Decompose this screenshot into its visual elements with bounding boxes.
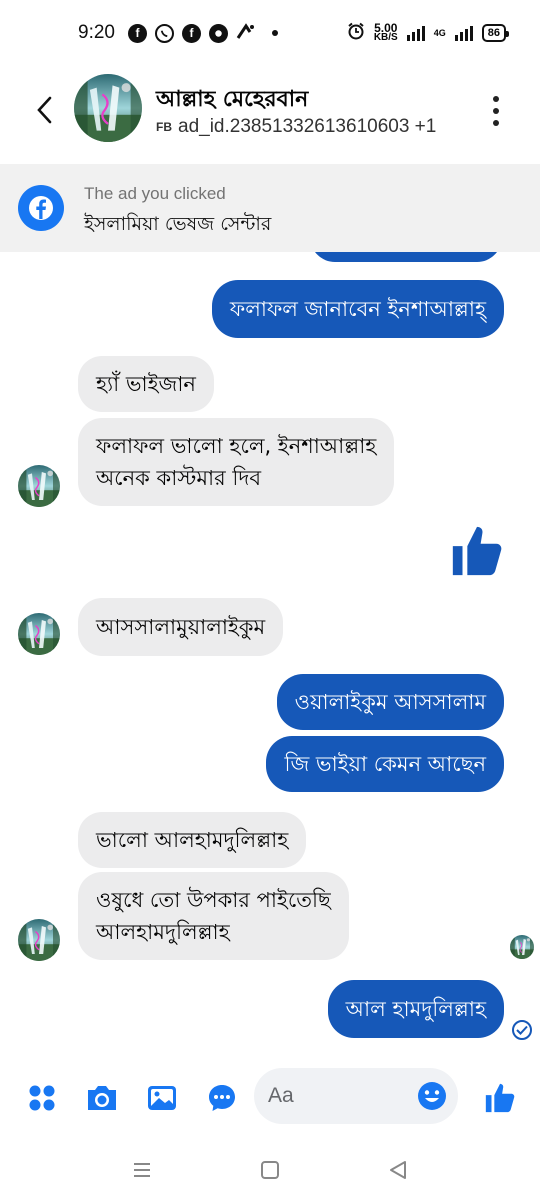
nav-back-button[interactable] [382, 1154, 414, 1186]
message-input[interactable] [268, 1068, 408, 1124]
ad-caption: The ad you clicked [84, 184, 226, 203]
like-icon [483, 1081, 517, 1115]
settings-notification-icon [209, 23, 228, 43]
notification-icons: f f [128, 22, 278, 44]
emoji-button[interactable] [416, 1080, 448, 1112]
nav-recents-button[interactable] [126, 1154, 158, 1186]
image-icon [148, 1086, 176, 1110]
alarm-icon [347, 22, 365, 44]
status-bar: 9:20 f f 5.00 KB/S 4G 86 [0, 0, 540, 68]
nav-back-icon [390, 1161, 406, 1179]
nav-recents-icon [134, 1163, 150, 1177]
facebook-notification-icon: f [128, 23, 147, 43]
system-status-icons: 5.00 KB/S 4G 86 [347, 21, 510, 44]
system-navigation-bar [0, 1140, 540, 1200]
more-actions-button[interactable] [22, 1078, 62, 1118]
message-composer [0, 1058, 540, 1138]
like-icon [448, 522, 506, 580]
message-bubble-outgoing[interactable]: ওয়ালাইকুম আসসালাম [276, 674, 504, 730]
signal-strength-icon-2 [454, 25, 473, 41]
chat-bubble-icon [209, 1085, 235, 1111]
message-bubble-incoming[interactable]: হ্যাঁ ভাইজান [78, 356, 214, 412]
message-input-wrapper[interactable] [254, 1068, 458, 1124]
signal-notification-icon [236, 22, 256, 44]
like-message[interactable] [448, 522, 506, 580]
back-arrow-icon [37, 96, 52, 124]
message-list[interactable]: ফলাফল জানাবেন ইনশাআল্লাহ্ হ্যাঁ ভাইজান ফ… [0, 252, 540, 1058]
message-bubble-incoming[interactable]: ভালো আলহামদুলিল্লাহ [78, 812, 307, 868]
nav-home-button[interactable] [254, 1154, 286, 1186]
network-speed: 5.00 KB/S [373, 21, 398, 43]
more-notifications-dot [272, 30, 278, 36]
ad-context-banner[interactable]: The ad you clicked ইসলামিয়া ভেষজ সেন্টা… [0, 164, 540, 252]
facebook-notification-icon-2: f [182, 23, 201, 43]
sender-avatar[interactable] [18, 613, 60, 655]
conversation-header: আল্লাহ মেহেরবান FB ad_id.238513326136106… [0, 68, 540, 162]
message-bubble-outgoing[interactable]: আল হামদুলিল্লাহ [327, 980, 504, 1038]
more-options-button[interactable] [488, 96, 504, 126]
menu-dots-icon [29, 1085, 55, 1111]
message-bubble-incoming[interactable]: ফলাফল ভালো হলে, ইনশাআল্লাহ অনেক কাস্টমার… [78, 418, 395, 506]
message-bubble-outgoing[interactable]: জি ভাইয়া কেমন আছেন [266, 736, 504, 792]
network-type: 4G [433, 28, 446, 38]
status-time: 9:20 [78, 22, 115, 43]
send-like-button[interactable] [480, 1078, 520, 1118]
ad-page-name: ইসলামিয়া ভেষজ সেন্টার [84, 213, 272, 235]
message-bubble-outgoing[interactable]: ফলাফল জানাবেন ইনশাআল্লাহ্ [211, 280, 504, 338]
nav-home-icon [261, 1161, 279, 1179]
contact-name[interactable]: আল্লাহ মেহেরবান [156, 82, 308, 119]
camera-icon [88, 1086, 116, 1110]
sender-avatar[interactable] [18, 465, 60, 507]
delivered-check-icon [512, 1020, 532, 1040]
message-bubble-partial[interactable] [310, 252, 502, 262]
gallery-button[interactable] [142, 1078, 182, 1118]
ad-id-text: ad_id.23851332613610603 +1 [178, 116, 437, 137]
back-button[interactable] [28, 94, 60, 126]
whatsapp-notification-icon [155, 23, 174, 43]
signal-strength-icon [406, 25, 425, 41]
facebook-icon [18, 185, 64, 231]
facebook-source-tag: FB [156, 120, 172, 134]
chat-extension-button[interactable] [202, 1078, 242, 1118]
emoji-icon [418, 1082, 446, 1110]
contact-avatar[interactable] [74, 74, 142, 142]
message-bubble-incoming[interactable]: আসসালামুয়ালাইকুম [78, 598, 284, 656]
camera-button[interactable] [82, 1078, 122, 1118]
battery-indicator: 86 [481, 24, 510, 42]
read-receipt-avatar [510, 935, 534, 959]
contact-subtitle: FB ad_id.23851332613610603 +1 [156, 116, 436, 138]
message-bubble-incoming[interactable]: ওষুধে তো উপকার পাইতেছি আলহামদুলিল্লাহ [78, 872, 349, 960]
sender-avatar[interactable] [18, 919, 60, 961]
